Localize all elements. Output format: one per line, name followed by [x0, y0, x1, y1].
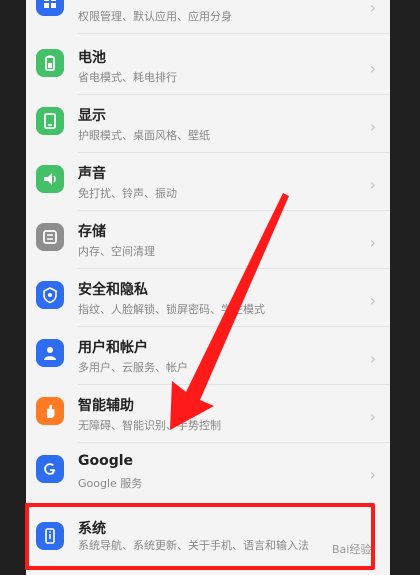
- settings-item-assist[interactable]: 智能辅助 无障碍、智能识别、手势控制 ›: [26, 385, 390, 443]
- settings-item-security[interactable]: 安全和隐私 指纹、人脸解锁、锁屏密码、学生模式 ›: [26, 269, 390, 327]
- watermark: Bai经验: [332, 543, 372, 556]
- security-icon: [36, 281, 64, 309]
- chevron-right-icon: ›: [369, 465, 376, 484]
- chevron-right-icon: ›: [369, 0, 376, 17]
- settings-item-subtitle: 护眼模式、桌面风格、壁纸: [78, 129, 210, 142]
- settings-item-subtitle: 免打扰、铃声、振动: [78, 187, 177, 200]
- sound-icon: [36, 165, 64, 193]
- settings-item-title: 显示: [78, 108, 106, 124]
- storage-icon: [36, 223, 64, 251]
- settings-item-subtitle: Google 服务: [78, 477, 143, 490]
- settings-item-title: Google: [78, 453, 134, 469]
- settings-item-storage[interactable]: 存储 内存、空间清理 ›: [26, 211, 390, 269]
- chevron-right-icon: ›: [369, 59, 376, 78]
- settings-item-subtitle: 多用户、云服务、帐户: [78, 361, 188, 374]
- settings-item-battery[interactable]: 电池 省电模式、耗电排行 ›: [26, 37, 390, 95]
- settings-item-google[interactable]: Google Google 服务 ›: [26, 443, 390, 501]
- hand-icon: [36, 397, 64, 425]
- chevron-right-icon: ›: [369, 117, 376, 136]
- battery-icon: [36, 49, 64, 77]
- settings-item-subtitle: 权限管理、默认应用、应用分身: [78, 10, 232, 23]
- display-icon: [36, 107, 64, 135]
- google-icon: [36, 455, 64, 483]
- chevron-right-icon: ›: [369, 349, 376, 368]
- apps-icon: [36, 0, 64, 16]
- settings-item-title: 电池: [78, 50, 106, 66]
- settings-item-users[interactable]: 用户和帐户 多用户、云服务、帐户 ›: [26, 327, 390, 385]
- settings-item-title: 智能辅助: [78, 398, 134, 414]
- chevron-right-icon: ›: [369, 233, 376, 252]
- highlight-box: [25, 503, 375, 570]
- settings-item-apps[interactable]: 权限管理、默认应用、应用分身 ›: [26, 0, 390, 34]
- chevron-right-icon: ›: [369, 175, 376, 194]
- settings-item-title: 用户和帐户: [78, 340, 148, 356]
- divider: [78, 33, 390, 34]
- settings-item-subtitle: 内存、空间清理: [78, 245, 155, 258]
- user-icon: [36, 339, 64, 367]
- chevron-right-icon: ›: [369, 291, 376, 310]
- settings-item-title: 安全和隐私: [78, 282, 148, 298]
- settings-screen: 权限管理、默认应用、应用分身 › 电池 省电模式、耗电排行 › 显示 护眼模式、…: [26, 0, 390, 575]
- settings-item-display[interactable]: 显示 护眼模式、桌面风格、壁纸 ›: [26, 95, 390, 153]
- settings-item-subtitle: 省电模式、耗电排行: [78, 71, 177, 84]
- settings-item-title: 存储: [78, 224, 106, 240]
- settings-item-title: 声音: [78, 166, 106, 182]
- settings-item-subtitle: 指纹、人脸解锁、锁屏密码、学生模式: [78, 303, 265, 316]
- settings-item-sound[interactable]: 声音 免打扰、铃声、振动 ›: [26, 153, 390, 211]
- chevron-right-icon: ›: [369, 407, 376, 426]
- settings-item-subtitle: 无障碍、智能识别、手势控制: [78, 419, 221, 432]
